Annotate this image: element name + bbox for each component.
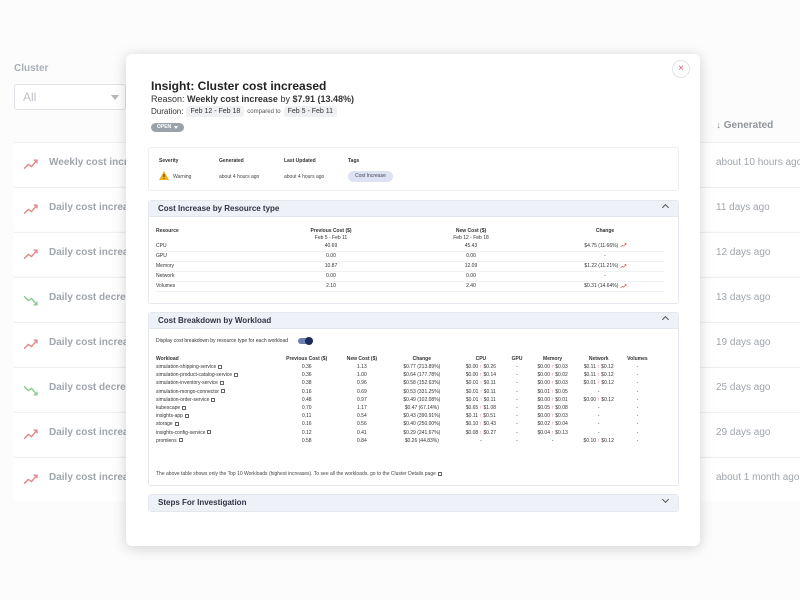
workload-column-header: Memory [543, 356, 563, 362]
severity-label: Severity [159, 158, 179, 164]
external-link-icon[interactable] [218, 364, 223, 369]
breakdown-toggle-row: Display cost breakdown by resource type … [156, 337, 314, 345]
generated-label: Generated [219, 158, 244, 164]
workload-row: promlens 0.58 0.84 $0.26 (44.83%) - - - $0.10 ↑… [156, 437, 639, 444]
chevron-down-icon [174, 126, 179, 129]
severity-value: Warning [173, 174, 192, 180]
workload-column-header: Previous Cost ($) [286, 356, 328, 362]
resource-row: CPU 40.69 45.43 $4.75 (11.66%) [156, 241, 664, 252]
workload-column-header: Workload [156, 356, 179, 362]
steps-section-header[interactable]: Steps For Investigation [149, 495, 678, 511]
resource-row: Volumes 2.10 2.40 $0.31 (14.64%) [156, 281, 664, 292]
workload-link[interactable]: promlens [156, 438, 177, 444]
workload-link[interactable]: storage [156, 421, 173, 427]
previous-period: Feb 5 - Feb 11 [283, 106, 338, 117]
resource-row: GPU 0.00 0.00 - [156, 251, 664, 262]
workload-link[interactable]: insights-app [156, 413, 183, 419]
trend-up-icon [619, 263, 626, 268]
workload-footnote: The above table shows only the Top 10 Wo… [156, 471, 442, 477]
chevron-down-icon[interactable] [661, 495, 670, 504]
external-link-icon[interactable] [211, 397, 216, 402]
close-icon[interactable]: × [672, 60, 690, 78]
chevron-up-icon[interactable] [661, 203, 670, 212]
status-dropdown[interactable]: OPEN [151, 123, 185, 132]
resource-row: Network 0.00 0.00 - [156, 271, 664, 282]
workload-row: insights-app 0.11 0.54 $0.43 (390.91%) $0.11… [156, 413, 639, 420]
workload-row: storage 0.16 0.56 $0.40 (250.00%) $0.10 ↑ $0… [156, 421, 639, 428]
workload-row: simulation-shipping-service 0.36 1.13 $0.77… [156, 364, 639, 371]
workload-link[interactable]: simulation-order-service [156, 397, 209, 403]
investigation-steps-section: Steps For Investigation [148, 494, 679, 512]
external-link-icon[interactable] [234, 372, 239, 377]
workload-column-header: CPU [475, 356, 487, 362]
workload-link[interactable]: simulation-mongo-connector [156, 389, 219, 395]
generated-value: about 4 hours ago [219, 174, 260, 180]
external-link-icon[interactable] [221, 389, 226, 394]
workload-column-header: Network [588, 356, 609, 362]
insight-reason: Reason: Weekly cost increase by $7.91 (1… [151, 94, 355, 104]
workload-link[interactable]: simulation-shipping-service [156, 364, 216, 370]
resource-cost-section: Cost Increase by Resource type Resource … [148, 200, 679, 304]
insight-duration: Duration: Feb 12 - Feb 18 compared to Fe… [151, 106, 338, 117]
external-link-icon[interactable] [178, 438, 183, 443]
tags-label: Tags [348, 158, 360, 164]
workload-column-header: GPU [511, 356, 523, 362]
workload-column-header: Change [412, 356, 431, 362]
workload-row: simulation-order-service 0.48 0.97 $0.49 (1… [156, 396, 639, 403]
workload-row: simulation-inventory-service 0.38 0.96 $0.5… [156, 380, 639, 387]
workload-row: kubescape 0.70 1.17 $0.47 (67.14%) $0.65 ↑ $… [156, 405, 639, 412]
modal-title: Insight: Cluster cost increased [151, 79, 327, 93]
workload-link[interactable]: simulation-product-catalog-service [156, 372, 232, 378]
tag-badge: Cost Increase [348, 171, 393, 182]
workload-column-header: Volumes [627, 356, 648, 362]
workload-section-header[interactable]: Cost Breakdown by Workload [149, 313, 678, 329]
external-link-icon[interactable] [174, 422, 179, 427]
workload-cost-section: Cost Breakdown by Workload Display cost … [148, 312, 679, 486]
resource-row: Memory 10.87 12.09 $1.22 (11.21%) [156, 261, 664, 272]
resource-section-header[interactable]: Cost Increase by Resource type [149, 201, 678, 217]
external-link-icon[interactable] [219, 381, 224, 386]
external-link-icon[interactable] [437, 471, 442, 476]
workload-row: insights-config-service 0.12 0.41 $0.29 (24… [156, 429, 639, 436]
workload-link[interactable]: kubescape [156, 405, 180, 411]
workload-column-header: New Cost ($) [346, 356, 378, 362]
insight-summary-card: Severity Generated Last Updated Tags War… [148, 147, 679, 191]
warning-icon [159, 171, 169, 180]
resource-cost-table: Resource Previous Cost ($) New Cost ($) … [156, 227, 664, 292]
workload-link[interactable]: simulation-inventory-service [156, 380, 218, 386]
external-link-icon[interactable] [184, 413, 189, 418]
trend-up-icon [619, 243, 626, 248]
current-period: Feb 12 - Feb 18 [186, 106, 245, 117]
last-updated-value: about 4 hours ago [284, 174, 325, 180]
external-link-icon[interactable] [182, 405, 187, 410]
workload-cost-table: Workload Previous Cost ($) New Cost ($) Cha… [156, 355, 654, 445]
insight-modal: × Insight: Cluster cost increased Reason… [126, 54, 700, 546]
external-link-icon[interactable] [207, 430, 212, 435]
trend-up-icon [620, 283, 627, 288]
workload-link[interactable]: insights-config-service [156, 430, 205, 436]
chevron-up-icon[interactable] [661, 315, 670, 324]
last-updated-label: Last Updated [284, 158, 316, 164]
workload-row: simulation-product-catalog-service 0.36 1.… [156, 372, 639, 379]
workload-row: simulation-mongo-connector 0.16 0.69 $0.53 … [156, 388, 639, 395]
breakdown-toggle[interactable] [298, 337, 314, 345]
